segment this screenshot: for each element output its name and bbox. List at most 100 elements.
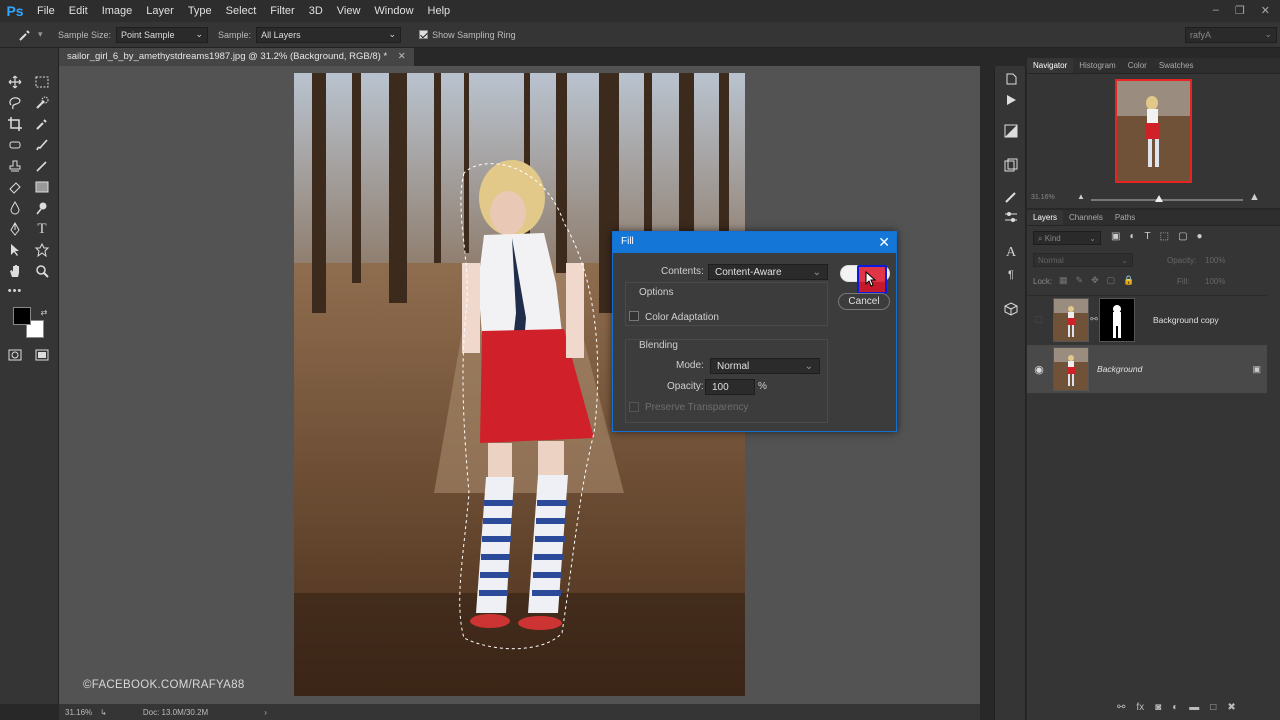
adjustments-panel-icon[interactable]	[1001, 122, 1021, 140]
spot-healing-tool-icon[interactable]	[5, 136, 25, 154]
sample-select[interactable]: All Layers ⌄	[256, 26, 402, 43]
move-tool-icon[interactable]	[5, 73, 25, 91]
type-tool-icon[interactable]: T	[32, 220, 52, 238]
menu-window[interactable]: Window	[367, 5, 420, 17]
slider-thumb[interactable]	[1155, 195, 1163, 202]
link-layers-icon[interactable]: ⚯	[1117, 702, 1125, 713]
custom-shape-tool-icon[interactable]	[32, 241, 52, 259]
tab-layers[interactable]: Layers	[1027, 210, 1064, 225]
fill-dialog-titlebar[interactable]: Fill ✕	[613, 232, 896, 253]
hand-tool-icon[interactable]	[5, 262, 25, 280]
new-group-icon[interactable]: ▬	[1189, 702, 1199, 713]
preserve-transparency-checkbox[interactable]	[629, 402, 639, 412]
shape-filter-icon[interactable]: ⬚	[1160, 231, 1169, 242]
history-panel-icon[interactable]	[1001, 70, 1021, 88]
eye-icon[interactable]: ◉	[1027, 363, 1051, 376]
brushes-panel-icon[interactable]	[1001, 188, 1021, 206]
layer-mask-thumbnail[interactable]	[1099, 297, 1135, 342]
zoom-out-icon[interactable]: ▲	[1077, 192, 1085, 201]
fill-value[interactable]: 100%	[1205, 277, 1225, 286]
filter-kind-select[interactable]: ⌕ Kind ⌄	[1033, 231, 1101, 245]
quick-selection-tool-icon[interactable]	[32, 94, 52, 112]
tab-channels[interactable]: Channels	[1063, 210, 1109, 225]
dodge-tool-icon[interactable]	[32, 199, 52, 217]
color-adaptation-checkbox[interactable]	[629, 311, 639, 321]
menu-help[interactable]: Help	[421, 5, 458, 17]
pen-tool-icon[interactable]	[5, 220, 25, 238]
lock-image-icon[interactable]: ✎	[1076, 275, 1084, 286]
tab-swatches[interactable]: Swatches	[1153, 58, 1200, 73]
swap-colors-icon[interactable]: ⇄	[34, 303, 54, 321]
tab-color[interactable]: Color	[1122, 58, 1153, 73]
menu-edit[interactable]: Edit	[62, 5, 95, 17]
blend-mode-select[interactable]: Normal ⌄	[1033, 253, 1133, 267]
cancel-button[interactable]: Cancel	[838, 293, 890, 310]
history-brush-tool-icon[interactable]	[32, 157, 52, 175]
menu-select[interactable]: Select	[219, 5, 264, 17]
tab-navigator[interactable]: Navigator	[1027, 58, 1074, 73]
contents-select[interactable]: Content-Aware ⌄	[708, 264, 828, 280]
zoom-in-icon[interactable]: ▲	[1249, 191, 1260, 203]
document-tab[interactable]: sailor_girl_6_by_amethystdreams1987.jpg …	[59, 48, 414, 66]
more-tools-icon[interactable]: •••	[5, 282, 25, 300]
opacity-input[interactable]: 100	[705, 379, 755, 395]
layer-row-background[interactable]: ◉ Background ▣	[1027, 345, 1267, 393]
workspace-select[interactable]: rafyA ⌄	[1185, 26, 1277, 43]
navigator-thumbnail[interactable]	[1115, 79, 1192, 183]
quick-mask-icon[interactable]	[5, 346, 25, 364]
layer-style-icon[interactable]: fx	[1136, 702, 1144, 713]
status-menu-icon[interactable]: ›	[264, 708, 267, 717]
share-icon[interactable]: ↳	[100, 708, 107, 717]
lock-position-icon[interactable]: ✥	[1091, 275, 1099, 286]
actions-play-icon[interactable]	[1001, 91, 1021, 109]
3d-panel-icon[interactable]	[1001, 300, 1021, 318]
layer-thumbnail[interactable]	[1053, 347, 1089, 391]
show-sampling-ring-checkbox[interactable]: Show Sampling Ring	[419, 30, 516, 40]
menu-3d[interactable]: 3D	[302, 5, 330, 17]
adjustment-filter-icon[interactable]: ◐	[1129, 231, 1135, 242]
brush-tool-icon[interactable]	[32, 136, 52, 154]
eyedropper-tool-icon[interactable]	[32, 115, 52, 133]
layer-row-background-copy[interactable]: □ ⚯ Background copy	[1027, 295, 1267, 343]
eyedropper-tool-icon[interactable]	[18, 28, 38, 42]
libraries-panel-icon[interactable]	[1001, 156, 1021, 174]
new-layer-icon[interactable]: □	[1210, 702, 1216, 713]
menu-filter[interactable]: Filter	[263, 5, 301, 17]
lock-artboard-icon[interactable]: ▢	[1107, 275, 1116, 286]
gradient-tool-icon[interactable]	[32, 178, 52, 196]
new-adjustment-icon[interactable]: ◐	[1172, 702, 1178, 713]
zoom-tool-icon[interactable]	[32, 262, 52, 280]
brush-settings-icon[interactable]	[1001, 208, 1021, 226]
visibility-toggle-off[interactable]: □	[1027, 314, 1051, 326]
close-icon[interactable]: ✕	[878, 234, 890, 251]
tab-paths[interactable]: Paths	[1109, 210, 1141, 225]
path-selection-tool-icon[interactable]	[5, 241, 25, 259]
zoom-level[interactable]: 31.16%	[65, 708, 92, 717]
lasso-tool-icon[interactable]	[5, 94, 25, 112]
menu-layer[interactable]: Layer	[139, 5, 181, 17]
menu-type[interactable]: Type	[181, 5, 219, 17]
lock-transparent-icon[interactable]: ▦	[1059, 275, 1068, 286]
minimize-icon[interactable]: –	[1213, 4, 1219, 17]
mask-link-icon[interactable]: ⚯	[1089, 314, 1099, 325]
close-tab-icon[interactable]: ✕	[398, 51, 406, 62]
layer-name[interactable]: Background copy	[1153, 315, 1219, 325]
filter-toggle-icon[interactable]: ●	[1197, 231, 1203, 242]
character-panel-icon[interactable]: A	[1001, 244, 1021, 262]
mode-select[interactable]: Normal ⌄	[710, 358, 820, 374]
crop-tool-icon[interactable]	[5, 115, 25, 133]
sample-size-select[interactable]: Point Sample ⌄	[116, 26, 209, 43]
delete-layer-icon[interactable]: ✖	[1227, 702, 1235, 713]
eraser-tool-icon[interactable]	[5, 178, 25, 196]
menu-file[interactable]: File	[30, 5, 62, 17]
tool-preset-dropdown[interactable]: ▾	[38, 29, 50, 40]
restore-icon[interactable]: ❐	[1235, 4, 1245, 17]
lock-all-icon[interactable]: 🔒	[1123, 275, 1134, 286]
tab-histogram[interactable]: Histogram	[1073, 58, 1121, 73]
smart-object-filter-icon[interactable]: ▢	[1178, 231, 1187, 242]
blur-tool-icon[interactable]	[5, 199, 25, 217]
menu-image[interactable]: Image	[95, 5, 140, 17]
marquee-tool-icon[interactable]	[32, 73, 52, 91]
close-icon[interactable]: ✕	[1261, 4, 1270, 17]
screen-mode-icon[interactable]	[32, 346, 52, 364]
